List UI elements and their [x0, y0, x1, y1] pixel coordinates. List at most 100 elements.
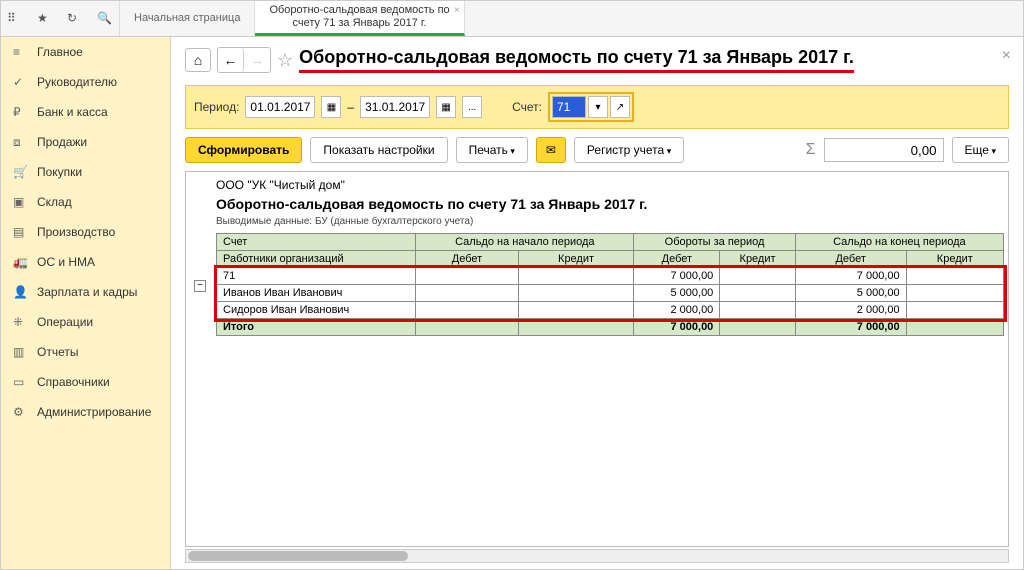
date-from-input[interactable] — [245, 96, 315, 118]
user-icon: 👤 — [13, 285, 27, 299]
cart-icon: 🛒 — [13, 165, 27, 179]
ops-icon: ⁜ — [13, 315, 27, 329]
truck-icon: 🚛 — [13, 255, 27, 269]
cell-end-debit: 7 000,00 — [795, 268, 906, 285]
sidebar-item-catalogs[interactable]: ▭ Справочники — [1, 367, 170, 397]
th-subconto: Работники организаций — [217, 251, 416, 268]
cell-total-label: Итого — [217, 319, 416, 336]
favorite-icon[interactable]: ☆ — [277, 50, 293, 71]
sidebar-item-salary[interactable]: 👤 Зарплата и кадры — [1, 277, 170, 307]
sidebar-item-production[interactable]: ▤Производство — [1, 217, 170, 247]
report-table: Счет Сальдо на начало периода Обороты за… — [216, 233, 1004, 336]
cell-turn-debit: 2 000,00 — [634, 302, 720, 319]
th-debit: Дебет — [634, 251, 720, 268]
tab-label-line1: Оборотно-сальдовая ведомость по — [269, 4, 449, 17]
forward-button[interactable]: → — [244, 48, 270, 72]
book-icon: ▭ — [13, 375, 27, 389]
apps-icon[interactable]: ⠿ — [7, 11, 23, 27]
report-title: Оборотно-сальдовая ведомость по счету 71… — [216, 194, 1004, 214]
tree-collapse-icon[interactable]: − — [194, 280, 206, 292]
gear-icon: ⚙ — [13, 405, 27, 419]
back-button[interactable]: ← — [218, 48, 244, 72]
toolbar: Сформировать Показать настройки Печать ✉… — [185, 137, 1009, 163]
sidebar-label: Операции — [37, 315, 93, 329]
table-row[interactable]: 71 7 000,00 7 000,00 — [217, 268, 1004, 285]
settings-button[interactable]: Показать настройки — [310, 137, 447, 163]
tab-report[interactable]: Оборотно-сальдовая ведомость по счету 71… — [255, 1, 464, 36]
th-account: Счет — [217, 234, 416, 251]
sidebar-label: Справочники — [37, 375, 110, 389]
sidebar-label: Администрирование — [37, 405, 151, 419]
table-row[interactable]: Сидоров Иван Иванович 2 000,00 2 000,00 — [217, 302, 1004, 319]
cell-turn-debit: 7 000,00 — [634, 268, 720, 285]
period-picker-button[interactable]: ... — [462, 96, 482, 118]
th-begin: Сальдо на начало периода — [416, 234, 634, 251]
tab-label-line2: счету 71 за Январь 2017 г. — [269, 17, 449, 30]
sidebar-label: Главное — [37, 45, 83, 59]
table-row[interactable]: Иванов Иван Иванович 5 000,00 5 000,00 — [217, 285, 1004, 302]
sidebar-item-bank[interactable]: ₽ Банк и касса — [1, 97, 170, 127]
period-bar: Период: ▦ – ▦ ... Счет: ▾ ↗ — [185, 85, 1009, 129]
sidebar-item-main[interactable]: ≡Главное — [1, 37, 170, 67]
sidebar-label: ОС и НМА — [37, 255, 95, 269]
sidebar-label: Продажи — [37, 135, 87, 149]
cell-turn-debit: 5 000,00 — [634, 285, 720, 302]
report-meta: Выводимые данные: БУ (данные бухгалтерск… — [216, 214, 1004, 233]
cell-name: Сидоров Иван Иванович — [217, 302, 416, 319]
print-button[interactable]: Печать — [456, 137, 528, 163]
sidebar-item-purchase[interactable]: 🛒Покупки — [1, 157, 170, 187]
ruble-icon: ₽ — [13, 105, 27, 119]
star-icon[interactable]: ★ — [37, 11, 53, 27]
mail-button[interactable]: ✉ — [536, 137, 566, 163]
horizontal-scrollbar[interactable] — [185, 549, 1009, 563]
sidebar-label: Отчеты — [37, 345, 78, 359]
topbar-icon-group: ⠿ ★ ↻ 🔍 — [1, 1, 120, 36]
sidebar-item-admin[interactable]: ⚙ Администрирование — [1, 397, 170, 427]
sidebar-label: Склад — [37, 195, 72, 209]
cell-total-turn-debit: 7 000,00 — [634, 319, 720, 336]
calendar-from-icon[interactable]: ▦ — [321, 96, 341, 118]
factory-icon: ▤ — [13, 225, 27, 239]
sidebar-item-sales[interactable]: ⧈ Продажи — [1, 127, 170, 157]
th-credit: Кредит — [518, 251, 634, 268]
page-title: Оборотно-сальдовая ведомость по счету 71… — [299, 47, 854, 73]
cell-name: 71 — [217, 268, 416, 285]
sidebar-label: Зарплата и кадры — [37, 285, 137, 299]
chart-icon: ✓ — [13, 75, 27, 89]
dash: – — [347, 100, 354, 114]
sidebar-item-assets[interactable]: 🚛 ОС и НМА — [1, 247, 170, 277]
more-button[interactable]: Еще — [952, 137, 1009, 163]
th-debit: Дебет — [795, 251, 906, 268]
close-page-icon[interactable]: × — [1002, 47, 1011, 65]
home-button[interactable]: ⌂ — [185, 48, 211, 72]
th-turnover: Обороты за период — [634, 234, 795, 251]
sidebar-item-operations[interactable]: ⁜ Операции — [1, 307, 170, 337]
calendar-to-icon[interactable]: ▦ — [436, 96, 456, 118]
cell-name: Иванов Иван Иванович — [217, 285, 416, 302]
date-to-input[interactable] — [360, 96, 430, 118]
th-end: Сальдо на конец периода — [795, 234, 1003, 251]
sidebar-item-reports[interactable]: ▥Отчеты — [1, 337, 170, 367]
bag-icon: ⧈ — [13, 135, 27, 149]
sum-input[interactable] — [824, 138, 944, 162]
table-total-row: Итого 7 000,00 7 000,00 — [217, 319, 1004, 336]
search-icon[interactable]: 🔍 — [97, 11, 113, 27]
form-button[interactable]: Сформировать — [185, 137, 302, 163]
history-icon[interactable]: ↻ — [67, 11, 83, 27]
period-label: Период: — [194, 100, 239, 114]
cell-total-end-debit: 7 000,00 — [795, 319, 906, 336]
sidebar-item-manager[interactable]: ✓Руководителю — [1, 67, 170, 97]
account-dropdown-icon[interactable]: ▾ — [588, 96, 608, 118]
register-button[interactable]: Регистр учета — [574, 137, 684, 163]
cell-end-debit: 2 000,00 — [795, 302, 906, 319]
account-label: Счет: — [512, 100, 542, 114]
sigma-icon: Σ — [806, 141, 816, 159]
cell-end-debit: 5 000,00 — [795, 285, 906, 302]
sidebar-item-warehouse[interactable]: ▣Склад — [1, 187, 170, 217]
tab-home[interactable]: Начальная страница — [120, 1, 255, 36]
account-open-icon[interactable]: ↗ — [610, 96, 630, 118]
close-icon[interactable]: × — [454, 5, 460, 17]
sidebar-label: Банк и касса — [37, 105, 108, 119]
tab-label: Начальная страница — [134, 12, 240, 25]
account-input[interactable] — [552, 96, 586, 118]
